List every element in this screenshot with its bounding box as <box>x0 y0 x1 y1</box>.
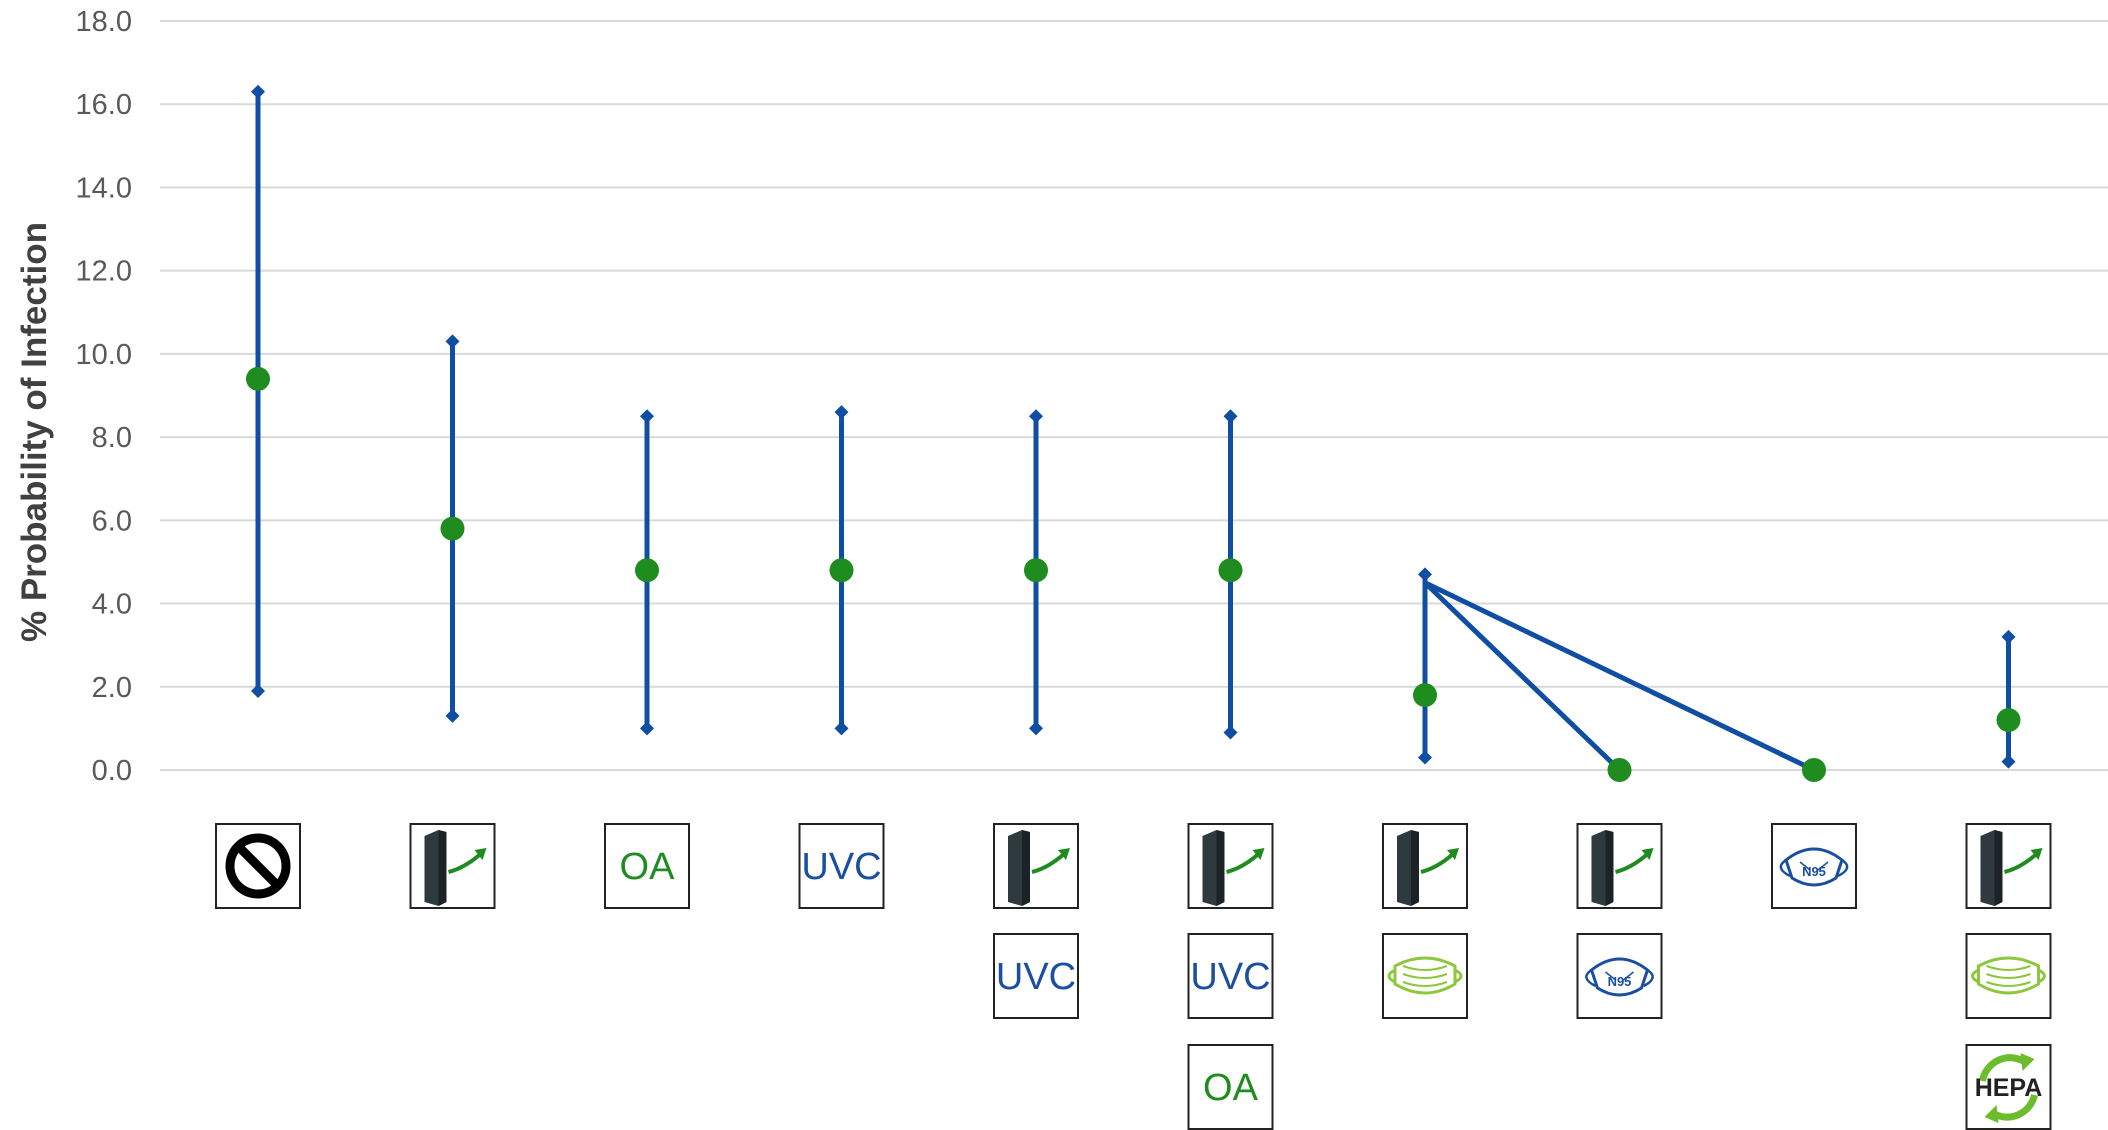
y-tick-label: 16.0 <box>76 89 132 121</box>
filter-icon <box>993 823 1079 909</box>
data-point <box>1024 558 1048 583</box>
data-point <box>440 516 465 541</box>
svg-text:N95: N95 <box>1608 974 1632 989</box>
filter-icon <box>1382 823 1468 909</box>
data-point <box>1996 708 2021 733</box>
y-tick-label: 12.0 <box>76 256 132 288</box>
y-tick-label: 10.0 <box>76 339 132 371</box>
error-bar-cap <box>640 721 654 736</box>
surgical-mask-icon <box>1382 933 1468 1019</box>
error-bar-cap <box>2001 629 2016 644</box>
svg-text:OA: OA <box>1203 1067 1259 1109</box>
svg-text:HEPA: HEPA <box>1975 1074 2043 1102</box>
y-tick-label: 0.0 <box>92 755 132 787</box>
error-bar-cap <box>1418 567 1432 582</box>
error-bar-cap <box>445 708 460 723</box>
y-tick-label: 18.0 <box>76 6 132 38</box>
svg-text:UVC: UVC <box>1190 956 1270 998</box>
category-icons: OA UVC UVC UVC OA N95 N95 HEPA <box>215 823 2052 1130</box>
y-tick-label: 4.0 <box>92 589 132 621</box>
hepa-icon: HEPA <box>1965 1044 2052 1130</box>
svg-text:UVC: UVC <box>801 846 881 888</box>
data-point <box>1802 758 1826 782</box>
y-tick-label: 14.0 <box>76 172 132 204</box>
filter-icon <box>1576 823 1663 909</box>
data-series <box>246 84 2021 782</box>
data-point <box>1607 758 1632 782</box>
error-bar-cap <box>251 84 265 99</box>
svg-text:OA: OA <box>620 846 676 888</box>
svg-text:N95: N95 <box>1802 864 1826 879</box>
no-intervention-icon <box>215 823 301 909</box>
svg-text:UVC: UVC <box>996 956 1076 998</box>
y-axis-title: % Probability of Infection <box>15 222 54 642</box>
error-bar-cap <box>1029 721 1043 736</box>
error-bar-cap <box>1223 725 1238 740</box>
surgical-mask-icon <box>1965 933 2052 1019</box>
n95-mask-icon: N95 <box>1576 933 1663 1019</box>
chart: 0.0 2.0 4.0 6.0 8.0 10.0 12.0 14.0 16.0 18.0 % Pr… <box>15 6 2108 1130</box>
y-tick-label: 2.0 <box>92 672 132 704</box>
uvc-icon: UVC <box>798 823 885 909</box>
data-point <box>246 366 270 391</box>
filter-icon <box>409 823 496 909</box>
outdoor-air-icon: OA <box>604 823 690 909</box>
connector-line <box>1423 580 1816 773</box>
y-axis-ticks: 0.0 2.0 4.0 6.0 8.0 10.0 12.0 14.0 16.0 18.0 <box>76 6 132 787</box>
data-point <box>829 558 854 583</box>
filter-icon <box>1187 823 1274 909</box>
data-point <box>1413 683 1437 708</box>
error-bar-cap <box>834 721 849 736</box>
filter-icon <box>1965 823 2052 909</box>
y-tick-label: 8.0 <box>92 422 132 454</box>
error-bar-cap <box>1418 750 1432 765</box>
error-bar-cap <box>640 409 654 424</box>
n95-mask-icon: N95 <box>1771 823 1857 909</box>
connector-line <box>1423 580 1622 772</box>
uvc-icon: UVC <box>1187 933 1274 1019</box>
data-point <box>1218 558 1243 583</box>
uvc-icon: UVC <box>993 933 1079 1019</box>
data-point <box>635 558 659 583</box>
error-bar-cap <box>1223 409 1238 424</box>
error-bar-cap <box>2001 754 2016 769</box>
outdoor-air-icon: OA <box>1187 1044 1274 1130</box>
error-bar-cap <box>834 405 849 420</box>
error-bar-cap <box>445 334 460 349</box>
error-bar-cap <box>1029 409 1043 424</box>
y-tick-label: 6.0 <box>92 505 132 537</box>
